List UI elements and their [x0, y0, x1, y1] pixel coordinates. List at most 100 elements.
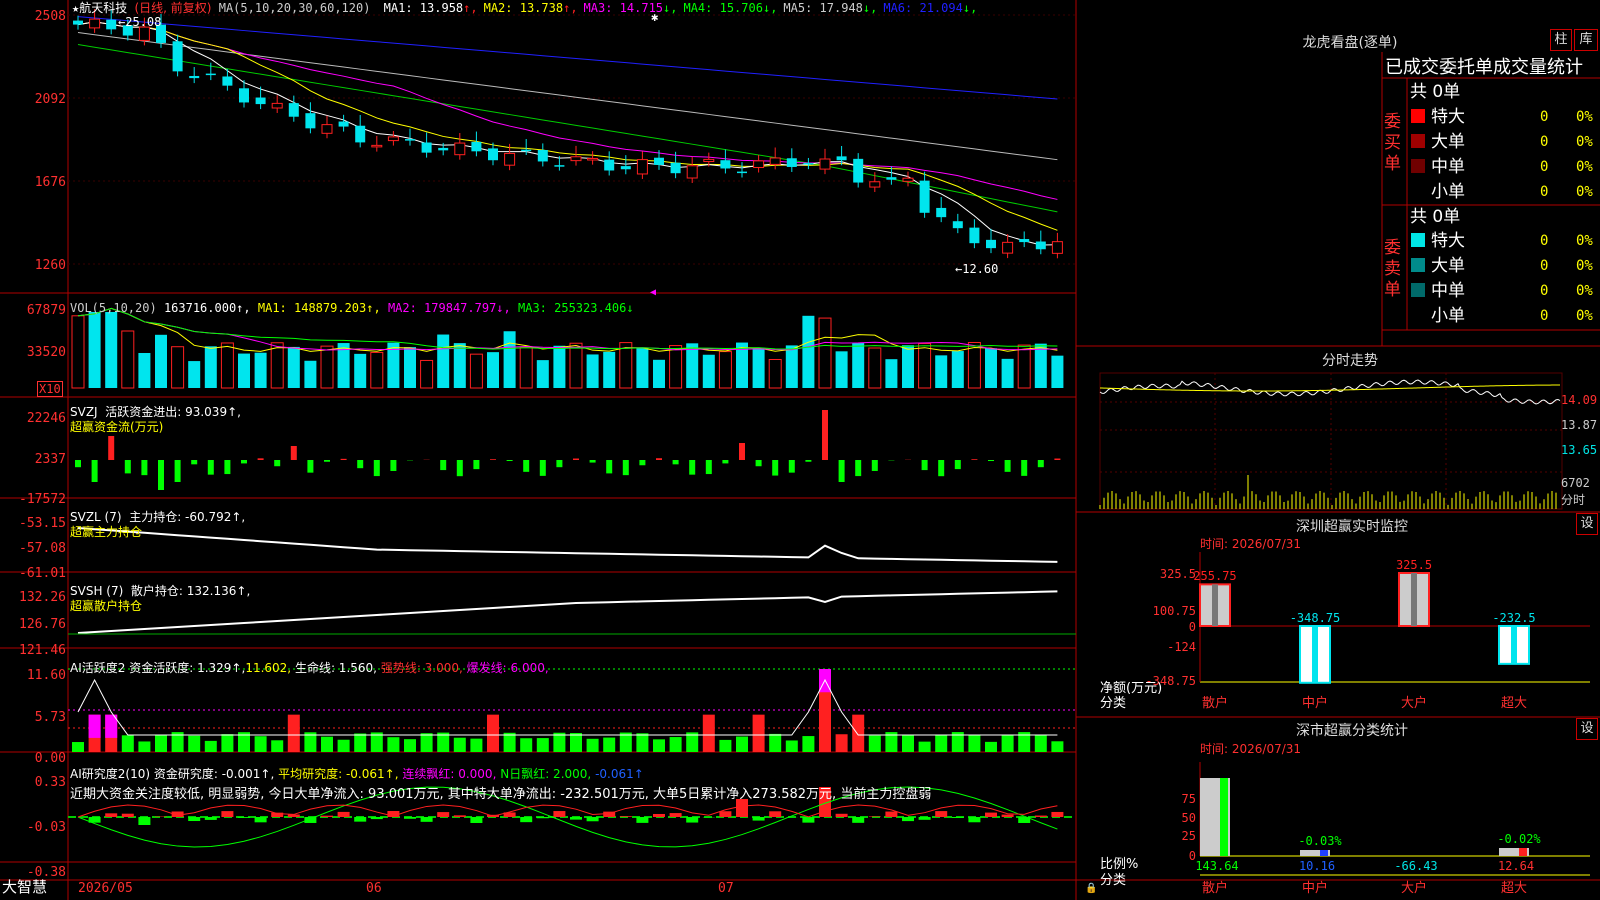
- ma-arrow: ↑,: [463, 1, 478, 15]
- activity-bar: [138, 741, 151, 752]
- monitor-ytick: 0: [1188, 620, 1196, 634]
- stats-xlabel: 分类: [1100, 873, 1127, 888]
- category-label: 中户: [1301, 881, 1328, 896]
- activity-bar: [287, 714, 300, 752]
- candle-body: [106, 19, 117, 30]
- ai-value-e: 爆发线: 6.000,: [466, 661, 549, 675]
- ratio-bar-shade: [1220, 778, 1228, 856]
- vol-tick: 67879: [26, 303, 66, 318]
- date-tick: 06: [366, 881, 382, 896]
- volume-bar: [469, 353, 483, 389]
- money-flow-bar: [788, 460, 795, 473]
- money-flow-bar: [589, 460, 596, 463]
- volume-bar: [868, 347, 882, 389]
- candle-body: [902, 177, 914, 182]
- candle-body: [387, 136, 399, 142]
- candle-body: [886, 177, 897, 180]
- order-row: 大单: [1411, 256, 1465, 276]
- research-bar: [238, 817, 250, 818]
- candle-body: [753, 160, 765, 169]
- res-tick: 0.33: [34, 775, 66, 790]
- monitor-ylabel: 净额(万元): [1100, 681, 1163, 696]
- res-comment: 近期大资金关注度较低, 明显弱势, 今日大单净流入: 93.001万元, 其中特…: [70, 787, 932, 802]
- stats-ytick: 75: [1181, 792, 1196, 806]
- candle-body: [1019, 239, 1030, 243]
- stats-time: 时间: 2026/07/31: [1200, 742, 1302, 756]
- ai-value-d: 强势线: 3.000,: [380, 661, 463, 675]
- research-bar: [437, 812, 450, 817]
- activity-bar: [752, 714, 765, 752]
- activity-bar: [868, 735, 881, 752]
- money-flow-bar: [456, 460, 463, 477]
- monitor-ytick: -124: [1167, 640, 1196, 654]
- candle-body: [604, 159, 615, 171]
- research-bar: [1034, 815, 1047, 817]
- candle-body: [720, 160, 731, 169]
- monitor-xlabel: 分类: [1100, 696, 1127, 711]
- lock-icon[interactable]: 🔒: [1085, 883, 1097, 894]
- ratio-value: -66.43: [1394, 859, 1438, 873]
- volume-bar: [569, 342, 583, 389]
- volume-bar: [768, 358, 782, 389]
- candle-body: [189, 75, 200, 79]
- candle-body: [222, 76, 233, 86]
- stats-settings-button[interactable]: 设: [1576, 718, 1598, 740]
- money-flow-bar: [755, 460, 762, 467]
- svsh-header: SVSH (7) 散户持仓: 132.136↑,: [70, 584, 250, 598]
- library-button[interactable]: 库: [1574, 29, 1598, 51]
- research-bar: [586, 817, 599, 822]
- high-price-mark: ←25.08: [118, 15, 162, 29]
- ma-value-6: MA6: 21.094↓,: [883, 1, 978, 15]
- activity-bar: [1051, 741, 1064, 752]
- color-swatch-icon: [1411, 109, 1425, 123]
- volume-bar: [1001, 358, 1014, 388]
- order-row-name: 中单: [1431, 157, 1465, 177]
- ma4-line: [77, 44, 1058, 213]
- activity-line: [77, 678, 1058, 736]
- svzl-header: SVZL (7) 主力持仓: -60.792↑,: [70, 510, 245, 524]
- research-bar: [935, 811, 948, 817]
- bar-view-button[interactable]: 柱: [1550, 29, 1572, 51]
- ratio-bar-shade: [1320, 850, 1328, 856]
- ai-tick: 5.73: [34, 710, 66, 725]
- intraday-price-tick: 13.65: [1561, 443, 1598, 457]
- order-row-count: 0: [1540, 184, 1549, 200]
- candle-body: [769, 157, 781, 165]
- money-flow-bar: [340, 458, 347, 460]
- candle-body: [239, 88, 249, 103]
- res-value-e: -0.061↑: [595, 767, 644, 781]
- candle-body: [803, 163, 814, 165]
- candle-body: [869, 181, 881, 188]
- money-flow-bar: [390, 460, 397, 471]
- price-tick: 2092: [34, 92, 66, 107]
- candle-body: [371, 144, 383, 148]
- volume-bar: [420, 359, 434, 389]
- net-flow-value: -348.75: [1289, 611, 1341, 625]
- ai-label: AI活跃度2: [70, 661, 126, 675]
- svsh-tick: 126.76: [19, 617, 66, 632]
- chart-canvas[interactable]: ✱◀: [0, 0, 1600, 900]
- money-flow-bar: [689, 460, 696, 475]
- order-row-count: 0: [1540, 308, 1549, 324]
- volume-bar: [885, 359, 898, 388]
- monitor-settings-button[interactable]: 设: [1576, 513, 1598, 535]
- vol-ma2: MA2: 179847.797↓,: [387, 301, 511, 315]
- volume-bar: [155, 334, 167, 388]
- activity-bar: [653, 739, 665, 752]
- research-bar: [619, 816, 632, 817]
- ai-tick: 11.60: [26, 668, 66, 683]
- volume-bar: [586, 354, 599, 388]
- color-swatch-icon: [1411, 233, 1425, 247]
- activity-bar: [321, 736, 333, 752]
- research-bar: [885, 811, 898, 817]
- intraday-price-line: [1099, 379, 1561, 405]
- volume-bar: [702, 354, 715, 388]
- trade-stat-tabs[interactable]: 已成交委托单成交量统计: [1385, 56, 1583, 80]
- candle-body: [819, 158, 831, 170]
- vol-label: VOL(5,10,20): [70, 301, 157, 315]
- app-logo: 大智慧: [2, 878, 48, 896]
- research-bar: [752, 817, 765, 821]
- activity-bar: [204, 740, 217, 752]
- intraday-title: 分时走势: [1322, 353, 1378, 369]
- order-row-count: 0: [1540, 283, 1549, 299]
